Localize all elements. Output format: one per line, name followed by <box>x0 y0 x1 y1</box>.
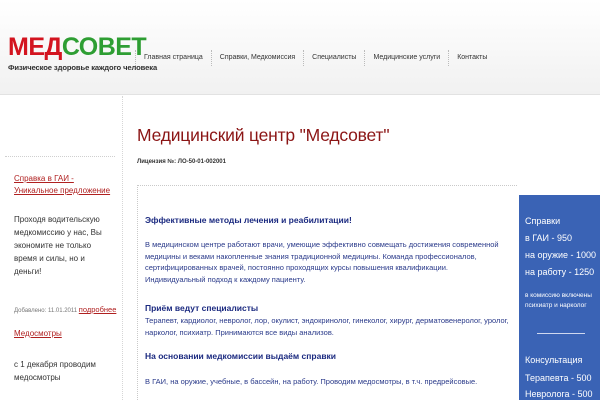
read-more-link[interactable]: подробнее <box>79 305 117 314</box>
price-promo-block[interactable]: Справки в ГАИ - 950 на оружие - 1000 на … <box>519 195 600 400</box>
promo-consultation-title: Консультация <box>525 355 583 365</box>
column-divider <box>122 96 123 400</box>
promo-price-weapon: на оружие - 1000 <box>525 250 597 260</box>
sidebar-link-gai[interactable]: Справка в ГАИ - Уникальное предложение <box>14 173 119 197</box>
logo-part-green: СОВЕТ <box>61 33 147 61</box>
logo-part-red: МЕД <box>8 33 62 61</box>
promo-certificates-title: Справки <box>525 216 561 226</box>
certificates-paragraph: В ГАИ, на оружие, учебные, в бассейн, на… <box>145 377 478 386</box>
promo-price-neurologist: Невролога - 500 <box>525 389 593 399</box>
nav-medical-services[interactable]: Медицинские услуги <box>364 50 448 66</box>
site-logo[interactable]: МЕДСОВЕТ Физическое здоровье каждого чел… <box>8 33 158 84</box>
sidebar-checkups-text: с 1 декабря проводим медосмотры <box>14 360 96 382</box>
main-nav: Главная страница Справки, Медкомиссия Сп… <box>135 50 495 66</box>
page-title: Медицинский центр "Медсовет" <box>137 125 390 145</box>
license-number: Лицензия №: ЛО-50-01-002001 <box>137 159 226 165</box>
section-heading-certificates: На основании медкомиссии выдаём справки <box>145 351 337 361</box>
sidebar-link-checkups[interactable]: Медосмотры <box>14 328 62 340</box>
logo-tagline: Физическое здоровье каждого человека <box>8 63 158 72</box>
section-heading-methods: Эффективные методы лечения и реабилитаци… <box>145 215 352 225</box>
logo-wordmark: МЕДСОВЕТ <box>8 33 147 61</box>
nav-home[interactable]: Главная страница <box>135 50 211 66</box>
nav-certificates[interactable]: Справки, Медкомиссия <box>210 50 303 66</box>
promo-note: в комиссию включены психиатр и нарколог <box>525 292 592 309</box>
section-heading-specialists: Приём ведут специалисты <box>145 303 259 313</box>
sidebar-news-date: Добавлено: 11.01.2011 подробнее <box>14 305 118 316</box>
news-date: Добавлено: 11.01.2011 <box>14 308 78 314</box>
sidebar-news-text: Проходя водительскую медкомиссию у нас, … <box>14 215 102 276</box>
nav-specialists[interactable]: Специалисты <box>303 50 364 66</box>
sidebar-divider <box>5 156 115 157</box>
nav-contacts[interactable]: Контакты <box>448 50 495 66</box>
promo-price-work: на работу - 1250 <box>525 267 595 277</box>
promo-price-therapist: Терапевта - 500 <box>525 373 592 383</box>
header: МЕДСОВЕТ Физическое здоровье каждого чел… <box>0 0 600 95</box>
promo-divider <box>537 333 585 334</box>
specialists-paragraph: Терапевт, кардиолог, невролог, лор, окул… <box>145 316 509 337</box>
left-sidebar: Справка в ГАИ - Уникальное предложение П… <box>0 96 120 400</box>
intro-paragraph: В медицинском центре работают врачи, уме… <box>145 240 499 284</box>
promo-price-gai: в ГАИ - 950 <box>525 233 573 243</box>
